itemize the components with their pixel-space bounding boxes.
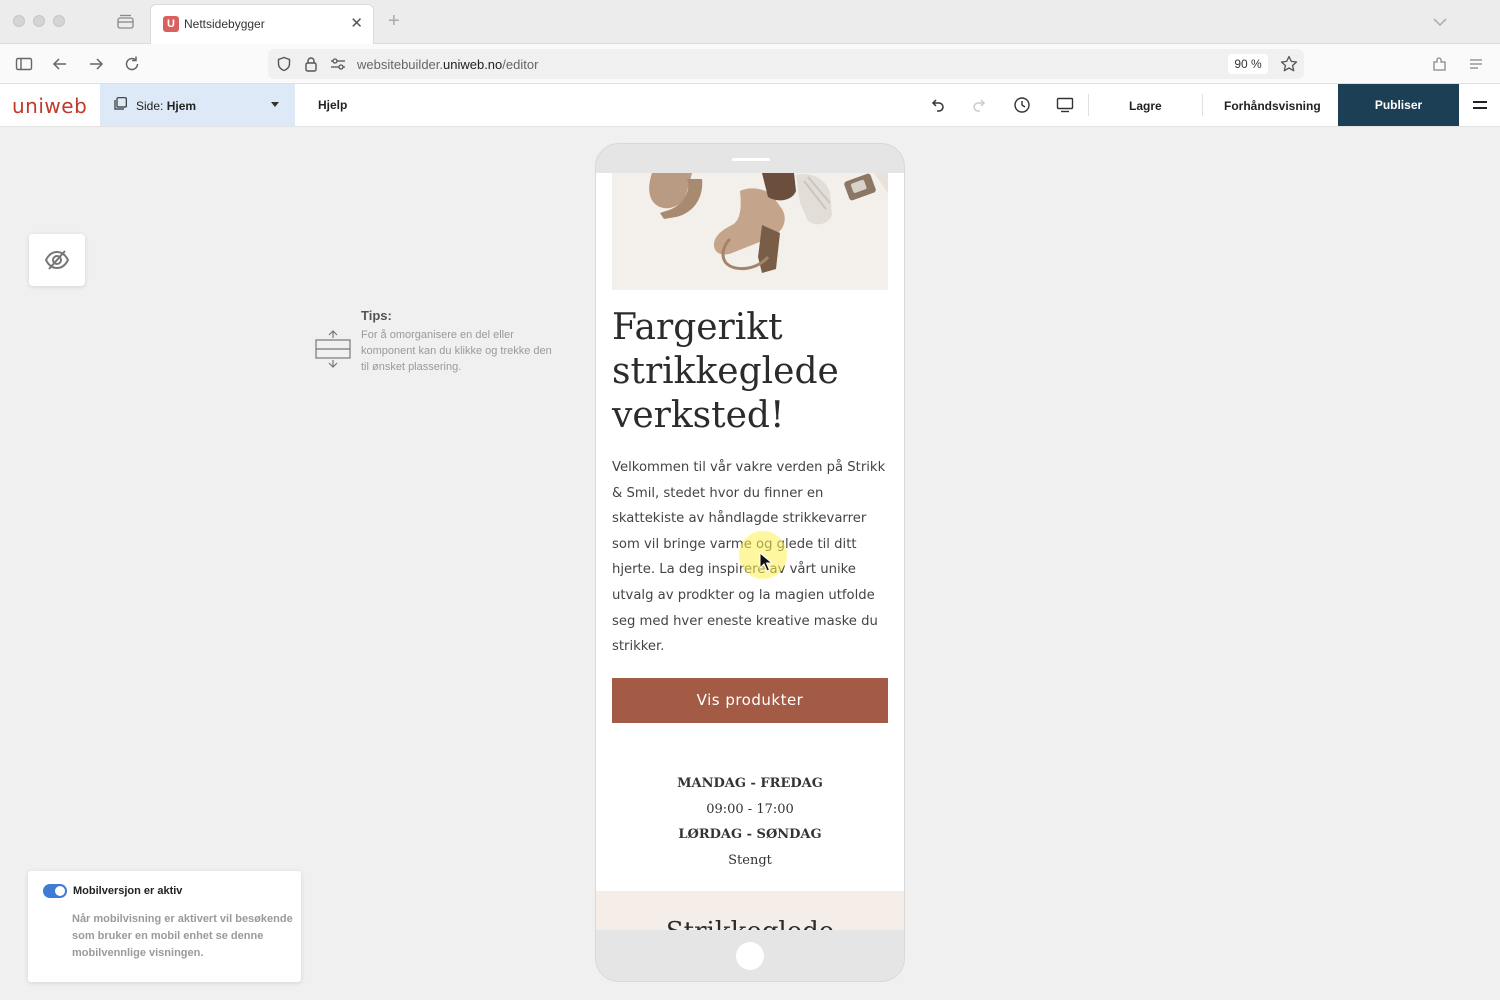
view-products-button[interactable]: Vis produkter — [612, 678, 888, 723]
hero-image[interactable] — [612, 173, 888, 290]
tab-close-icon[interactable]: ✕ — [350, 14, 363, 32]
tab-favicon-icon: U — [163, 16, 179, 32]
hamburger-menu-icon[interactable] — [1472, 98, 1488, 112]
drag-reorder-icon — [315, 330, 351, 368]
browser-toolbar: websitebuilder.uniweb.no/editor 90 % — [0, 44, 1500, 84]
hours-weekend-time: Stengt — [728, 852, 772, 868]
extensions-icon[interactable] — [1431, 55, 1449, 73]
zoom-level-badge[interactable]: 90 % — [1228, 54, 1268, 74]
hours-weekdays-label: MANDAG - FREDAG — [677, 776, 823, 791]
editor-header: uniweb Side: Hjem Hjelp Lagre Forhåndsvi… — [0, 84, 1500, 127]
tips-text: For å omorganisere en del eller komponen… — [361, 329, 552, 373]
hours-weekdays-time: 09:00 - 17:00 — [706, 801, 794, 817]
bookmark-star-icon[interactable] — [1280, 55, 1298, 73]
shield-icon[interactable] — [276, 56, 292, 72]
caret-down-icon — [271, 102, 279, 107]
uniweb-logo[interactable]: uniweb — [12, 94, 87, 118]
mobile-version-description: Når mobilvisning er aktivert vil besøken… — [72, 913, 293, 959]
page-copy-icon — [114, 97, 127, 110]
phone-home-button — [736, 942, 764, 970]
hours-weekend-label: LØRDAG - SØNDAG — [678, 827, 822, 842]
phone-notch — [732, 158, 770, 161]
publish-button[interactable]: Publiser — [1338, 84, 1459, 126]
help-link[interactable]: Hjelp — [318, 98, 347, 112]
reload-icon[interactable] — [123, 55, 141, 73]
eye-off-icon — [44, 250, 70, 270]
tab-title: Nettsidebygger — [184, 17, 265, 31]
chevron-down-icon[interactable] — [1432, 14, 1448, 30]
new-tab-icon[interactable]: + — [388, 10, 400, 33]
save-button[interactable]: Lagre — [1129, 99, 1162, 113]
boots-photo-icon — [612, 173, 888, 290]
mouse-cursor-icon — [759, 552, 773, 572]
phone-bottom-bezel — [596, 930, 904, 981]
address-bar[interactable]: websitebuilder.uniweb.no/editor 90 % — [268, 49, 1304, 79]
mobile-version-toggle[interactable] — [43, 884, 67, 898]
mobile-version-title: Mobilversjon er aktiv — [73, 885, 183, 897]
toggle-visibility-button[interactable] — [29, 234, 85, 286]
history-icon[interactable] — [1013, 96, 1031, 114]
divider — [1088, 94, 1089, 116]
redo-icon[interactable] — [971, 96, 989, 114]
sidebar-icon[interactable] — [15, 55, 33, 73]
window-zoom-button[interactable] — [53, 15, 65, 27]
hero-headline[interactable]: Fargerikt strikkeglede verksted! — [612, 306, 892, 438]
undo-icon[interactable] — [928, 96, 946, 114]
mobile-version-panel: Mobilversjon er aktiv Når mobilvisning e… — [28, 871, 301, 982]
url-text[interactable]: websitebuilder.uniweb.no/editor — [357, 57, 538, 72]
desktop-view-icon[interactable] — [1056, 96, 1074, 114]
tips-title: Tips: — [361, 308, 392, 323]
forward-arrow-icon[interactable] — [87, 55, 105, 73]
page-selector-label: Side: Hjem — [136, 99, 197, 113]
preview-button[interactable]: Forhåndsvisning — [1224, 99, 1321, 113]
menu-lines-icon[interactable] — [1467, 55, 1485, 73]
back-arrow-icon[interactable] — [51, 55, 69, 73]
window-minimize-button[interactable] — [33, 15, 45, 27]
opening-hours[interactable]: MANDAG - FREDAG 09:00 - 17:00 LØRDAG - S… — [596, 771, 904, 873]
lock-icon[interactable] — [304, 56, 318, 72]
active-tab[interactable]: U Nettsidebygger ✕ — [150, 4, 374, 44]
tab-overview-icon[interactable] — [117, 14, 134, 29]
site-settings-icon[interactable] — [330, 57, 346, 71]
divider — [1202, 94, 1203, 116]
browser-tab-bar: U Nettsidebygger ✕ + — [0, 0, 1500, 44]
window-close-button[interactable] — [13, 15, 25, 27]
page-selector[interactable]: Side: Hjem — [100, 84, 295, 126]
next-section-title: Strikkeglede — [596, 917, 904, 930]
next-section[interactable]: Strikkeglede — [596, 891, 904, 930]
